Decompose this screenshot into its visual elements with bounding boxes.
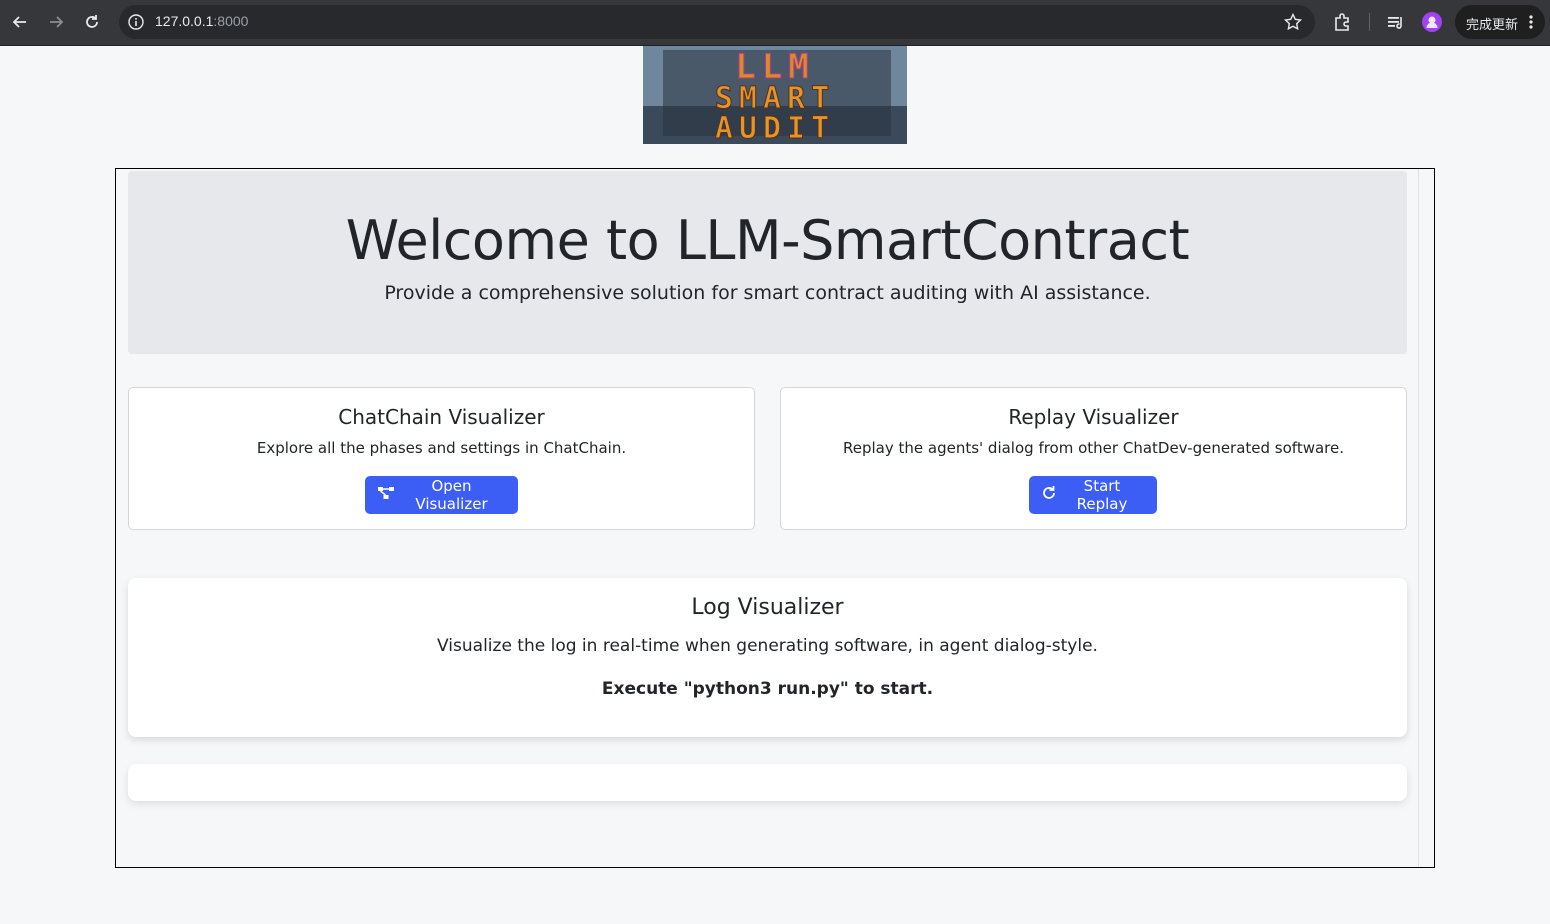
- address-bar[interactable]: 127.0.0.1:8000: [119, 5, 1315, 39]
- info-icon[interactable]: [127, 13, 145, 31]
- url-host: 127.0.0.1: [155, 13, 214, 29]
- extensions-icon[interactable]: [1332, 11, 1354, 33]
- forward-arrow-icon[interactable]: [44, 10, 68, 34]
- scrollbar-track[interactable]: [1418, 169, 1419, 867]
- chatchain-title: ChatChain Visualizer: [338, 405, 545, 429]
- browser-toolbar: 127.0.0.1:8000 完成更新: [0, 0, 1550, 46]
- back-arrow-icon[interactable]: [8, 10, 32, 34]
- reload-icon[interactable]: [80, 10, 104, 34]
- page-subtitle: Provide a comprehensive solution for sma…: [384, 282, 1151, 304]
- update-button-label: 完成更新: [1466, 18, 1519, 33]
- replay-card: Replay Visualizer Replay the agents' dia…: [780, 387, 1407, 530]
- main-frame: Welcome to LLM-SmartContract Provide a c…: [115, 168, 1435, 868]
- log-visualizer-card: Log Visualizer Visualize the log in real…: [128, 578, 1407, 737]
- replay-description: Replay the agents' dialog from other Cha…: [843, 439, 1344, 457]
- more-vertical-icon[interactable]: [1527, 14, 1535, 30]
- log-description: Visualize the log in real-time when gene…: [437, 636, 1098, 656]
- replay-icon: [1041, 485, 1057, 505]
- replay-title: Replay Visualizer: [1008, 405, 1179, 429]
- toolbar-divider: [1369, 13, 1370, 31]
- log-title: Log Visualizer: [691, 595, 844, 620]
- page-title: Welcome to LLM-SmartContract: [345, 209, 1190, 272]
- update-button[interactable]: 完成更新: [1455, 5, 1545, 39]
- empty-card: [128, 764, 1407, 801]
- url-port: :8000: [213, 13, 249, 29]
- hero-banner: Welcome to LLM-SmartContract Provide a c…: [128, 171, 1407, 354]
- profile-icon[interactable]: [1422, 12, 1442, 32]
- open-visualizer-button[interactable]: Open Visualizer: [365, 476, 518, 514]
- start-replay-label: Start Replay: [1076, 477, 1128, 513]
- url-text: 127.0.0.1:8000: [155, 13, 248, 29]
- diagram-icon: [377, 485, 395, 505]
- chatchain-card: ChatChain Visualizer Explore all the pha…: [128, 387, 755, 530]
- llm-smart-audit-logo: LLM SMART AUDIT: [643, 46, 907, 144]
- tab-search-icon[interactable]: [1385, 11, 1407, 33]
- start-replay-button[interactable]: Start Replay: [1029, 476, 1157, 514]
- star-icon[interactable]: [1283, 12, 1303, 32]
- chatchain-description: Explore all the phases and settings in C…: [256, 439, 627, 457]
- svg-text:AUDIT: AUDIT: [715, 111, 835, 144]
- log-command: Execute "python3 run.py" to start.: [601, 679, 934, 699]
- open-visualizer-label: Open Visualizer: [415, 477, 488, 513]
